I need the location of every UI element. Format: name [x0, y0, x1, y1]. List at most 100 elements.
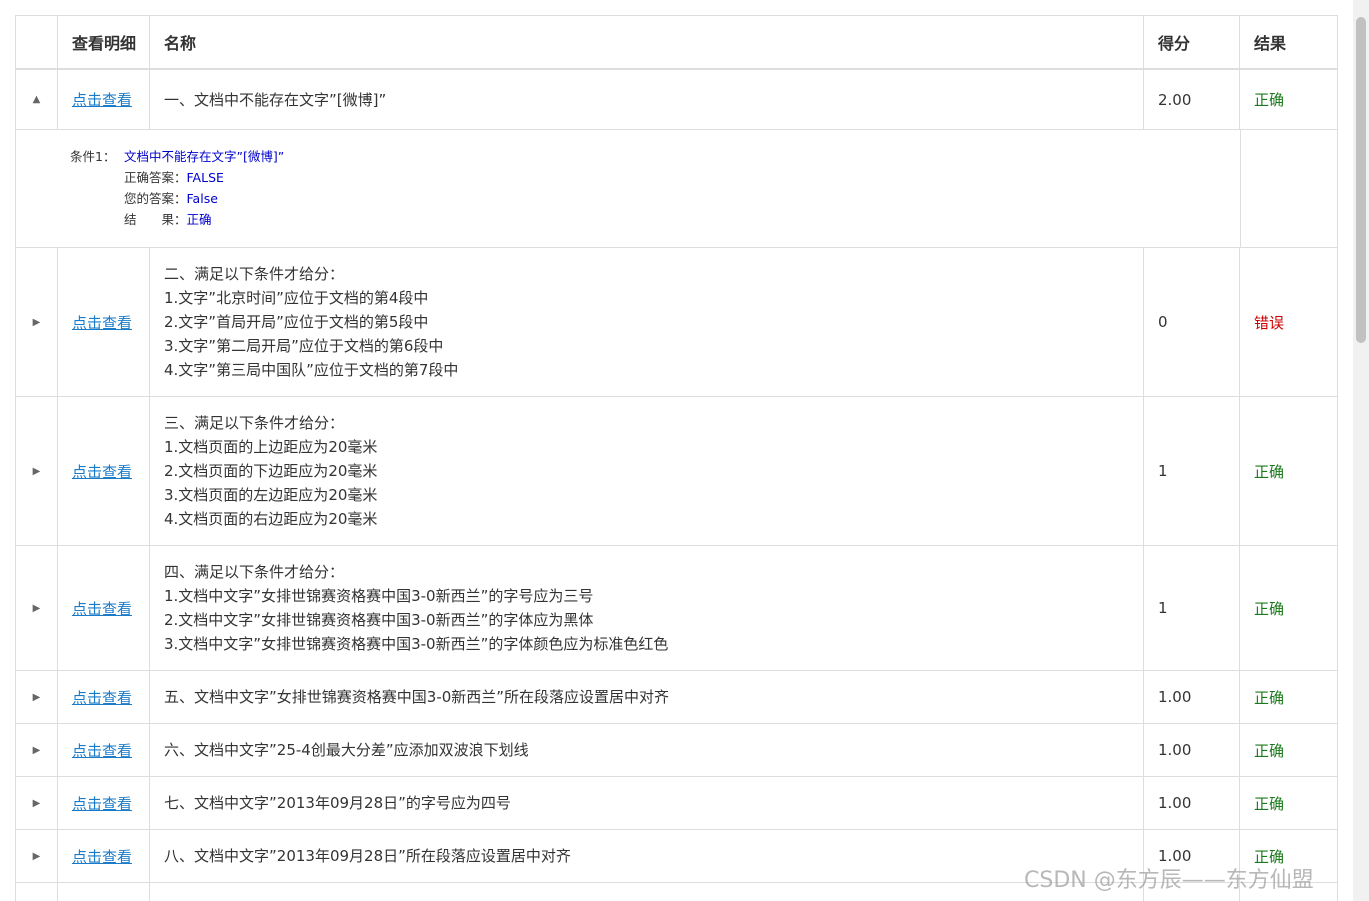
detail-cell: 点击查看	[58, 724, 150, 776]
name-cell: 三、满足以下条件才给分： 1.文档页面的上边距应为20毫米 2.文档页面的下边距…	[150, 397, 1144, 545]
detail-cell: 点击查看	[58, 248, 150, 396]
detail-cell: 点击查看	[58, 830, 150, 882]
header-result: 结果	[1254, 34, 1287, 53]
view-detail-link[interactable]: 点击查看	[72, 793, 132, 814]
expand-toggle[interactable]: ▶	[16, 546, 58, 670]
your-answer-label: 您的答案：	[124, 191, 187, 206]
name-line: 1.文字”北京时间”应位于文档的第4段中	[164, 289, 429, 307]
name-line: 八、文档中文字”2013年09月28日”所在段落应设置居中对齐	[164, 847, 571, 865]
view-detail-link[interactable]: 点击查看	[72, 846, 132, 867]
score-cell: 1.00	[1144, 724, 1240, 776]
name-line: 3.文字”第二局开局”应位于文档的第6段中	[164, 337, 444, 355]
name-line: 3.文档中文字”女排世锦赛资格赛中国3-0新西兰”的字体颜色应为标准色红色	[164, 635, 669, 653]
name-cell	[150, 883, 1144, 901]
triangle-right-icon[interactable]: ▶	[33, 317, 41, 328]
expand-toggle[interactable]: ▶	[16, 248, 58, 396]
name-line: 4.文档页面的右边距应为20毫米	[164, 510, 378, 528]
condition-text: 文档中不能存在文字”[微博]”	[124, 149, 285, 164]
score-cell: 1	[1144, 397, 1240, 545]
table-row: ▶ 点击查看 六、文档中文字”25-4创最大分差”应添加双波浪下划线 1.00 …	[15, 724, 1338, 777]
result-cell: 正确	[1254, 741, 1285, 760]
view-detail-link[interactable]: 点击查看	[72, 687, 132, 708]
expand-toggle[interactable]: ▶	[16, 724, 58, 776]
name-line: 2.文档页面的下边距应为20毫米	[164, 462, 378, 480]
triangle-right-icon[interactable]: ▶	[33, 851, 41, 862]
vertical-scrollbar[interactable]	[1353, 0, 1369, 901]
view-detail-link[interactable]: 点击查看	[72, 89, 132, 110]
triangle-right-icon[interactable]: ▶	[33, 603, 41, 614]
name-line: 3.文档页面的左边距应为20毫米	[164, 486, 378, 504]
result-cell: 正确	[1254, 462, 1285, 481]
result-cell: 正确	[1254, 688, 1285, 707]
name-line: 2.文档中文字”女排世锦赛资格赛中国3-0新西兰”的字体应为黑体	[164, 611, 594, 629]
detail-cell: 点击查看	[58, 546, 150, 670]
name-line: 4.文字”第三局中国队”应位于文档的第7段中	[164, 361, 459, 379]
name-cell: 七、文档中文字”2013年09月28日”的字号应为四号	[150, 777, 1144, 829]
triangle-right-icon[interactable]: ▶	[33, 466, 41, 477]
score-cell: 0	[1144, 248, 1240, 396]
table-row: ▶ 点击查看 三、满足以下条件才给分： 1.文档页面的上边距应为20毫米 2.文…	[15, 397, 1338, 546]
header-name: 名称	[150, 16, 1144, 68]
correct-answer-label: 正确答案：	[124, 170, 187, 185]
name-line: 六、文档中文字”25-4创最大分差”应添加双波浪下划线	[164, 741, 529, 759]
your-answer-value: False	[186, 191, 218, 206]
view-detail-link[interactable]: 点击查看	[72, 312, 132, 333]
name-line: 二、满足以下条件才给分：	[164, 265, 345, 283]
name-cell: 六、文档中文字”25-4创最大分差”应添加双波浪下划线	[150, 724, 1144, 776]
view-detail-link[interactable]: 点击查看	[72, 461, 132, 482]
table-row: ▶ 点击查看 五、文档中文字”女排世锦赛资格赛中国3-0新西兰”所在段落应设置居…	[15, 671, 1338, 724]
collapse-toggle[interactable]: ▲	[16, 70, 58, 129]
result-label: 结 果：	[124, 212, 187, 227]
watermark: CSDN @东方辰——东方仙盟	[1024, 868, 1314, 893]
detail-cell: 点击查看	[58, 397, 150, 545]
detail-cell: 点击查看	[58, 70, 150, 129]
triangle-right-icon[interactable]: ▶	[33, 798, 41, 809]
score-cell: 1.00	[1144, 777, 1240, 829]
scrollbar-thumb[interactable]	[1356, 17, 1366, 343]
page: 查看明细 名称 得分 结果 ▲ 点击查看 一、文档中不能存在文字”[微博]” 2…	[0, 0, 1369, 901]
correct-answer-value: FALSE	[186, 170, 224, 185]
name-cell: 五、文档中文字”女排世锦赛资格赛中国3-0新西兰”所在段落应设置居中对齐	[150, 671, 1144, 723]
expand-toggle[interactable]: ▶	[16, 830, 58, 882]
condition-label: 条件1：	[70, 149, 116, 164]
detail-cell: 点击查看	[58, 777, 150, 829]
table-row: ▶ 点击查看 二、满足以下条件才给分： 1.文字”北京时间”应位于文档的第4段中…	[15, 248, 1338, 397]
header-toggle-cell	[16, 16, 58, 68]
name-line: 五、文档中文字”女排世锦赛资格赛中国3-0新西兰”所在段落应设置居中对齐	[164, 688, 670, 706]
name-line: 1.文档页面的上边距应为20毫米	[164, 438, 378, 456]
table-row: ▶ 点击查看 七、文档中文字”2013年09月28日”的字号应为四号 1.00 …	[15, 777, 1338, 830]
score-cell: 1.00	[1144, 671, 1240, 723]
name-cell: 二、满足以下条件才给分： 1.文字”北京时间”应位于文档的第4段中 2.文字”首…	[150, 248, 1144, 396]
result-cell: 正确	[1254, 91, 1285, 109]
expand-toggle[interactable]: ▶	[16, 671, 58, 723]
detail-panel-content: 条件1： 文档中不能存在文字”[微博]” 正确答案：FALSE 您的答案：Fal…	[16, 130, 1241, 247]
expand-toggle[interactable]: ▶	[16, 777, 58, 829]
header-detail: 查看明细	[58, 16, 150, 68]
name-cell: 八、文档中文字”2013年09月28日”所在段落应设置居中对齐	[150, 830, 1144, 882]
detail-cell: 点击查看	[58, 671, 150, 723]
result-cell: 正确	[1254, 794, 1285, 813]
grading-table: 查看明细 名称 得分 结果 ▲ 点击查看 一、文档中不能存在文字”[微博]” 2…	[15, 15, 1338, 901]
table-row: ▶ 点击查看 四、满足以下条件才给分： 1.文档中文字”女排世锦赛资格赛中国3-…	[15, 546, 1338, 671]
triangle-right-icon[interactable]: ▶	[33, 692, 41, 703]
expand-toggle[interactable]: ▶	[16, 397, 58, 545]
result-cell: 正确	[1254, 599, 1285, 618]
name-cell: 四、满足以下条件才给分： 1.文档中文字”女排世锦赛资格赛中国3-0新西兰”的字…	[150, 546, 1144, 670]
result-value: 正确	[186, 212, 212, 227]
result-cell: 错误	[1254, 313, 1285, 332]
view-detail-link[interactable]: 点击查看	[72, 740, 132, 761]
detail-cell	[58, 883, 150, 901]
name-line: 四、满足以下条件才给分：	[164, 563, 345, 581]
triangle-right-icon[interactable]: ▶	[33, 745, 41, 756]
name-line: 2.文字”首局开局”应位于文档的第5段中	[164, 313, 429, 331]
score-cell: 1	[1144, 546, 1240, 670]
name-line: 1.文档中文字”女排世锦赛资格赛中国3-0新西兰”的字号应为三号	[164, 587, 594, 605]
name-line: 七、文档中文字”2013年09月28日”的字号应为四号	[164, 794, 511, 812]
name-line: 三、满足以下条件才给分：	[164, 414, 345, 432]
name-cell: 一、文档中不能存在文字”[微博]”	[150, 70, 1144, 129]
view-detail-link[interactable]: 点击查看	[72, 598, 132, 619]
detail-panel-side	[1241, 130, 1337, 247]
score-cell: 2.00	[1144, 70, 1240, 129]
detail-panel: 条件1： 文档中不能存在文字”[微博]” 正确答案：FALSE 您的答案：Fal…	[15, 130, 1338, 248]
triangle-up-icon[interactable]: ▲	[33, 94, 41, 105]
